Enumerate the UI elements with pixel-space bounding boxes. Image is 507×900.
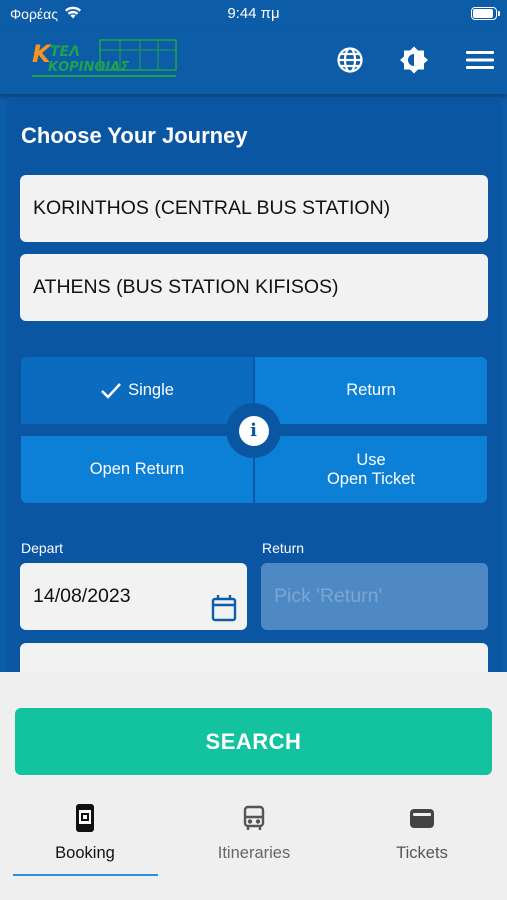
- ticket-option-single[interactable]: Single: [21, 357, 253, 424]
- brightness-icon[interactable]: [398, 44, 430, 76]
- tab-booking[interactable]: Booking: [10, 802, 160, 863]
- status-bar: Φορέας 9:44 πμ: [0, 0, 507, 28]
- menu-icon[interactable]: [464, 44, 496, 76]
- depart-date-value: 14/08/2023: [33, 585, 131, 607]
- globe-icon[interactable]: [334, 44, 366, 76]
- ticket-option-label: Return: [346, 381, 396, 399]
- return-label: Return: [262, 540, 305, 556]
- tab-label: Booking: [55, 844, 115, 862]
- check-icon: [100, 382, 122, 400]
- depart-date-field[interactable]: 14/08/2023: [20, 563, 247, 630]
- search-button[interactable]: SEARCH: [15, 708, 492, 775]
- info-button-ring: i: [226, 403, 281, 458]
- tab-itineraries[interactable]: Itineraries: [179, 802, 329, 863]
- ticket-option-open-return[interactable]: Open Return: [21, 436, 253, 503]
- tab-tickets[interactable]: Tickets: [347, 802, 497, 863]
- page-title: Choose Your Journey: [21, 123, 248, 148]
- ticket-option-label: Open Return: [89, 460, 185, 478]
- brand-logo: K TEΛ ΚΟΡΙΝΘΙΑΣ: [30, 36, 180, 82]
- ticket-option-return[interactable]: Return: [255, 357, 487, 424]
- phone-ticket-icon: [10, 802, 160, 834]
- battery-icon: [471, 7, 500, 20]
- app-bar: K TEΛ ΚΟΡΙΝΘΙΑΣ: [0, 28, 507, 94]
- active-tab-indicator: [13, 874, 158, 876]
- to-station-field[interactable]: ATHENS (BUS STATION KIFISOS): [20, 254, 488, 321]
- ticket-type-selector: Single Return Open Return Use Open Ticke…: [21, 357, 487, 504]
- journey-card: Choose Your Journey KORINTHOS (CENTRAL B…: [7, 99, 502, 679]
- ticket-option-label: Single: [128, 381, 174, 399]
- svg-text:TEΛ: TEΛ: [50, 44, 80, 60]
- tab-label: Tickets: [396, 844, 448, 862]
- status-time: 9:44 πμ: [227, 5, 280, 22]
- from-station-field[interactable]: KORINTHOS (CENTRAL BUS STATION): [20, 175, 488, 242]
- calendar-icon[interactable]: [211, 583, 237, 650]
- bottom-panel: SEARCH Booking Itineraries Tickets: [0, 672, 507, 900]
- ticket-option-label-line2: Open Ticket: [326, 469, 416, 488]
- wallet-icon: [347, 802, 497, 834]
- return-date-field[interactable]: Pick 'Return': [261, 563, 488, 630]
- tab-label: Itineraries: [217, 844, 291, 862]
- bus-icon: [179, 802, 329, 834]
- ticket-option-use-open-ticket[interactable]: Use Open Ticket: [255, 436, 487, 503]
- depart-label: Depart: [21, 540, 64, 556]
- svg-text:ΚΟΡΙΝΘΙΑΣ: ΚΟΡΙΝΘΙΑΣ: [48, 60, 129, 75]
- info-icon[interactable]: i: [238, 415, 269, 446]
- ticket-option-label-line1: Use: [356, 450, 386, 469]
